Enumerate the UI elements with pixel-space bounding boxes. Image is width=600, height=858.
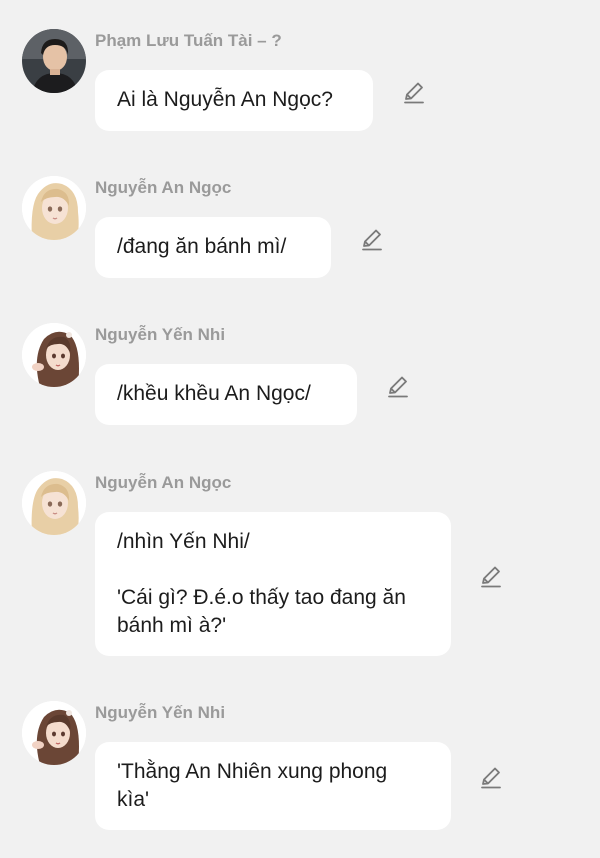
message-text: /khều khều An Ngọc/ [117,382,311,405]
blonde-girl-avatar-icon [22,176,86,240]
avatar[interactable] [22,471,86,535]
message-bubble[interactable]: 'Thằng An Nhiên xung phong kìa' [95,742,451,830]
message-bubble[interactable]: /đang ăn bánh mì/ [95,217,331,278]
pencil-edit-icon[interactable] [401,80,427,106]
pencil-edit-icon[interactable] [359,227,385,253]
sender-name: Nguyễn Yến Nhi [95,325,226,344]
sender-name: Nguyễn An Ngọc [95,473,232,492]
message-text: kìa' [117,788,150,811]
message-text: /đang ăn bánh mì/ [117,235,287,258]
pencil-edit-icon[interactable] [385,374,411,400]
message-bubble[interactable]: /nhìn Yến Nhi/ 'Cái gì? Đ.é.o thấy tao đ… [95,512,451,656]
male-portrait-avatar-icon [22,29,86,93]
message-bubble[interactable]: Ai là Nguyễn An Ngọc? [95,70,373,131]
avatar[interactable] [22,176,86,240]
sender-name: Nguyễn An Ngọc [95,178,232,197]
avatar[interactable] [22,29,86,93]
sender-name: Phạm Lưu Tuấn Tài – ? [95,31,282,50]
pencil-edit-icon[interactable] [478,564,504,590]
message-text: 'Cái gì? Đ.é.o thấy tao đang ăn [117,586,406,609]
message-bubble[interactable]: /khều khều An Ngọc/ [95,364,357,425]
sender-name: Nguyễn Yến Nhi [95,703,226,722]
brunette-girl-avatar-icon [22,323,86,387]
pencil-edit-icon[interactable] [478,765,504,791]
avatar[interactable] [22,701,86,765]
message-text: /nhìn Yến Nhi/ [117,530,250,553]
message-text: 'Thằng An Nhiên xung phong [117,760,388,783]
brunette-girl-avatar-icon [22,701,86,765]
avatar[interactable] [22,323,86,387]
message-text: Ai là Nguyễn An Ngọc? [117,88,333,111]
blonde-girl-avatar-icon [22,471,86,535]
message-text: bánh mì à?' [117,614,227,637]
